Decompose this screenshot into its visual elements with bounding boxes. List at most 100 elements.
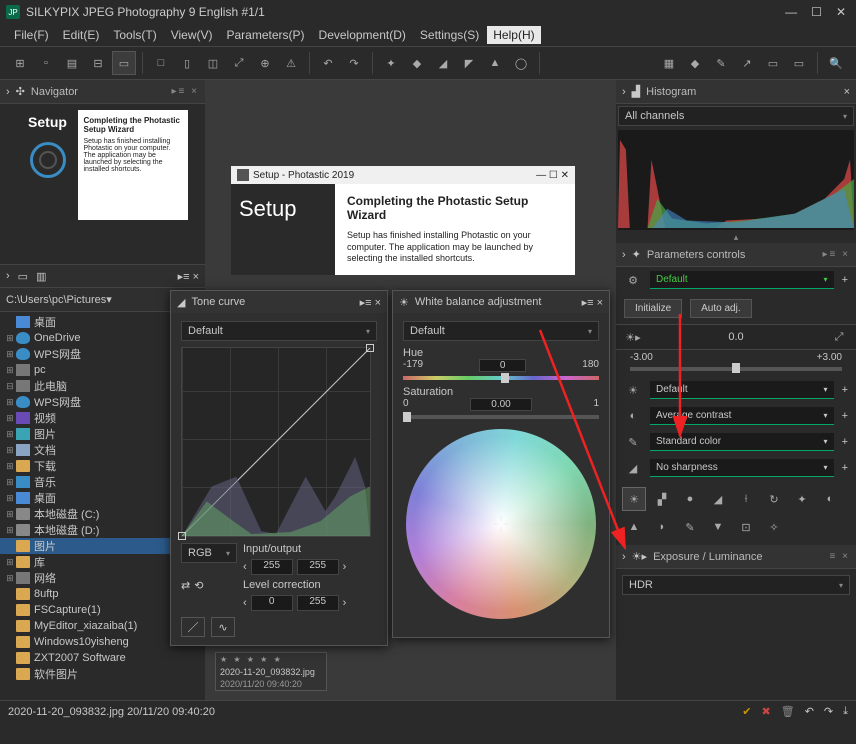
expand-icon[interactable]: ⊞ [4,333,16,344]
curve-linear-icon[interactable]: ／ [181,617,205,637]
tool-ruler-icon[interactable]: ⟊ [734,487,758,511]
hue-slider[interactable] [403,376,599,380]
add-icon[interactable]: + [842,274,848,286]
stack-icon[interactable]: ▥ [36,270,46,283]
expand-icon[interactable]: ⊞ [4,429,16,440]
expand-icon[interactable]: ⊞ [4,573,16,584]
add-icon[interactable]: + [842,384,848,396]
expand-icon[interactable]: ⊞ [4,461,16,472]
sharpness-select[interactable]: No sharpness [650,459,834,477]
tool-b1[interactable]: ◐ [818,487,842,511]
status-x-icon[interactable]: ✖ [762,705,771,718]
expand-icon[interactable]: ⊟ [4,381,16,392]
channel-select[interactable]: RGB [181,543,237,563]
tool-rotate-icon[interactable]: ↻ [762,487,786,511]
contrast-select[interactable]: Average contrast [650,407,834,425]
tb-5[interactable]: ▭ [112,51,136,75]
lv-prev-icon[interactable]: ‹ [243,597,247,609]
parameters-header[interactable]: › ✦ Parameters controls ▸≡ × [616,243,856,267]
slider-thumb[interactable] [732,363,740,373]
tree-node[interactable]: 软件图片 [0,666,205,682]
slider-thumb[interactable] [501,373,509,383]
navigator-header[interactable]: › ✣ Navigator ▸≡ × [0,80,205,104]
expand-icon[interactable]: ⊞ [4,493,16,504]
color-crosshair[interactable] [494,517,508,531]
hdr-select[interactable]: HDR [622,575,850,595]
expand-icon[interactable]: ⊞ [4,445,16,456]
menu-settings[interactable]: Settings(S) [414,26,485,44]
add-icon[interactable]: + [842,436,848,448]
tb-r2[interactable]: ◆ [683,51,707,75]
tool-crop-icon[interactable]: ⊡ [734,515,758,539]
tool-sphere-icon[interactable]: ● [678,487,702,511]
redo-icon[interactable]: ↷ [342,51,366,75]
preset-select[interactable]: Default [650,271,834,289]
panel-controls[interactable]: ≡ × [830,551,850,562]
add-icon[interactable]: + [842,410,848,422]
close-button[interactable]: ✕ [836,5,846,19]
panel-controls[interactable]: ▸≡ × [582,296,603,309]
tb-a4[interactable]: ◤ [457,51,481,75]
tb-expand-icon[interactable]: ⤢ [227,51,251,75]
thumbnail-strip[interactable]: ★ ★ ★ ★ ★ 2020-11-20_093832.jpg 2020/11/… [215,642,327,700]
tb-a1[interactable]: ✦ [379,51,403,75]
status-rotate-left-icon[interactable]: ↶ [805,705,814,718]
tool-curve-icon[interactable]: ▞ [650,487,674,511]
maximize-button[interactable]: ☐ [811,5,822,19]
io-next-icon[interactable]: › [343,561,347,573]
exposure-slider[interactable] [630,367,842,371]
histogram-header[interactable]: › ▟ Histogram × [616,80,856,104]
tb-1[interactable]: ⊞ [8,51,32,75]
tone-preset-select[interactable]: Default [181,321,377,341]
menu-development[interactable]: Development(D) [313,26,412,44]
tb-7[interactable]: ▯ [175,51,199,75]
tb-r3[interactable]: ✎ [709,51,733,75]
expand-icon[interactable]: ⊞ [4,557,16,568]
tb-r6[interactable]: ▭ [787,51,811,75]
output-value[interactable]: 255 [297,559,339,575]
reset-icon[interactable]: ⟲ [194,579,203,592]
level-high[interactable]: 255 [297,595,339,611]
swap-icon[interactable]: ⇄ [181,579,190,592]
menu-view[interactable]: View(V) [165,26,219,44]
tb-a5[interactable]: ▲ [483,51,507,75]
menu-file[interactable]: File(F) [8,26,55,44]
tone-curve-panel[interactable]: ◢Tone curve▸≡ × Default RGB Input/output… [170,290,388,646]
tool-b2[interactable]: ▲ [622,515,646,539]
tool-fish-icon[interactable]: ◗ [650,515,674,539]
close-icon[interactable]: × [844,86,850,98]
expand-icon[interactable]: ⊞ [4,413,16,424]
tb-r4[interactable]: ↗ [735,51,759,75]
tb-a6[interactable]: ◯ [509,51,533,75]
level-low[interactable]: 0 [251,595,293,611]
tool-b5[interactable]: ▼ [706,515,730,539]
exposure-reset-icon[interactable]: ⤢ [830,328,848,346]
tool-brush-icon[interactable]: ✎ [678,515,702,539]
expand-icon[interactable]: ⊞ [4,509,16,520]
wb-preset-select[interactable]: Default [650,381,834,399]
minimize-button[interactable]: — [785,5,797,19]
tree-node[interactable]: ZXT2007 Software [0,650,205,666]
tb-r5[interactable]: ▭ [761,51,785,75]
tone-curve-graph[interactable] [181,347,371,537]
status-rotate-right-icon[interactable]: ↷ [824,705,833,718]
panel-controls[interactable]: ▸≡ × [823,249,850,260]
expand-icon[interactable]: ⊞ [4,525,16,536]
menu-tools[interactable]: Tools(T) [107,26,162,44]
tb-8[interactable]: ◫ [201,51,225,75]
expand-icon[interactable]: ⊞ [4,397,16,408]
tb-6[interactable]: □ [149,51,173,75]
tb-a3[interactable]: ◢ [431,51,455,75]
tb-3[interactable]: ▤ [60,51,84,75]
hue-value[interactable]: 0 [479,359,527,372]
curve-handle-top[interactable] [366,344,374,352]
menu-edit[interactable]: Edit(E) [57,26,106,44]
preview-image[interactable]: Setup - Photastic 2019— ☐ ✕ Setup Comple… [231,166,575,275]
initialize-button[interactable]: Initialize [624,299,682,318]
status-check-icon[interactable]: ✔ [742,705,751,718]
gear-icon[interactable]: ⚙ [624,271,642,289]
add-icon[interactable]: + [842,462,848,474]
input-value[interactable]: 255 [251,559,293,575]
histogram-channel-select[interactable]: All channels [618,106,854,126]
tb-r1[interactable]: ▦ [657,51,681,75]
